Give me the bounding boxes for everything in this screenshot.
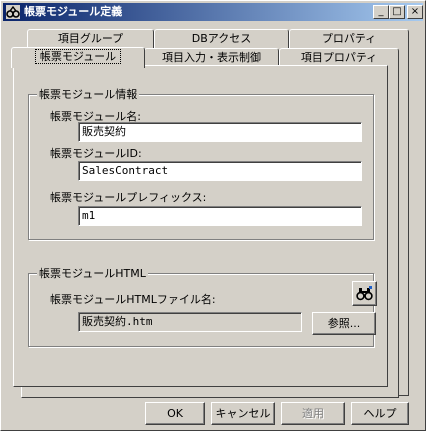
binoculars-button[interactable] [352, 281, 377, 306]
binoculars-icon [356, 285, 373, 300]
tab-module[interactable]: 帳票モジュール [11, 47, 145, 68]
module-prefix-input[interactable]: m1 [78, 206, 362, 226]
window-title: 帳票モジュール定義 [24, 5, 123, 18]
module-html-legend: 帳票モジュールHTML [37, 267, 148, 280]
app-icon[interactable] [6, 5, 20, 19]
apply-button[interactable]: 適用 [281, 402, 345, 425]
close-button[interactable]: × [407, 5, 423, 19]
module-html-group: 帳票モジュールHTML [28, 267, 374, 347]
cancel-button[interactable]: キャンセル [211, 402, 275, 425]
module-prefix-label: 帳票モジュールプレフィックス: [50, 191, 207, 204]
tab-property[interactable]: プロパティ [289, 29, 409, 48]
module-html-file-label: 帳票モジュールHTMLファイル名: [50, 293, 216, 306]
maximize-icon: □ [392, 6, 402, 17]
title-bar[interactable]: 帳票モジュール定義 _ □ × [3, 3, 423, 21]
ok-button[interactable]: OK [145, 402, 205, 425]
close-icon: × [410, 6, 420, 17]
module-id-input[interactable]: SalesContract [78, 161, 362, 181]
tab-db-access[interactable]: DBアクセス [154, 29, 289, 48]
browse-button[interactable]: 参照... [312, 312, 376, 335]
module-html-file-field: 販売契約.htm [78, 312, 302, 332]
tab-item-group[interactable]: 項目グループ [27, 29, 154, 48]
module-name-input[interactable]: 販売契約 [78, 122, 362, 142]
help-button[interactable]: ヘルプ [351, 402, 409, 425]
minimize-icon: _ [378, 6, 384, 17]
maximize-button[interactable]: □ [389, 5, 405, 19]
dialog-window: 帳票モジュール定義 _ □ × 項目グループ DBアクセス プロパティ 項目入力… [0, 0, 426, 431]
module-id-label: 帳票モジュールID: [50, 147, 142, 160]
tab-page-module: 帳票モジュール情報 帳票モジュール名: 販売契約 帳票モジュールID: Sale… [13, 65, 388, 387]
module-info-legend: 帳票モジュール情報 [37, 88, 140, 101]
minimize-button[interactable]: _ [373, 5, 389, 19]
